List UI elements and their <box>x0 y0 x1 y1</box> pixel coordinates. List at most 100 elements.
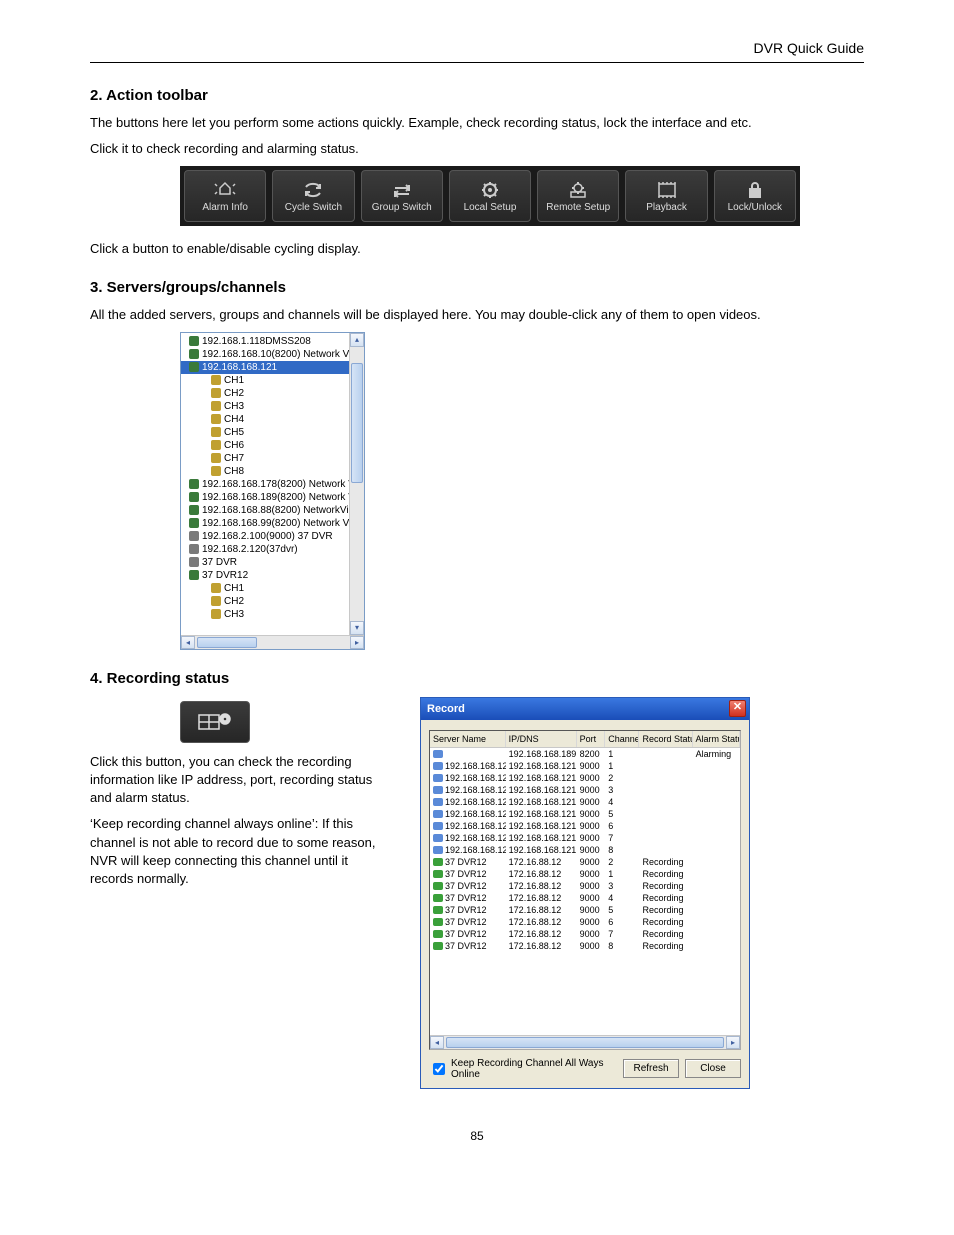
table-row[interactable]: 192.168.168.121192.168.168.12190005 <box>430 808 740 820</box>
table-row[interactable]: 192.168.168.121192.168.168.12190006 <box>430 820 740 832</box>
col-channel[interactable]: Channel <box>605 731 639 747</box>
table-row[interactable]: 37 DVR12172.16.88.1290004Recording <box>430 892 740 904</box>
cycle-switch-button[interactable]: Cycle Switch <box>272 170 354 222</box>
cell-server-name: 37 DVR12 <box>445 881 487 891</box>
cell-ip: 172.16.88.12 <box>506 905 577 915</box>
cell-server-name: 192.168.168.121 <box>445 809 506 819</box>
scroll-left-arrow[interactable]: ◂ <box>430 1036 444 1049</box>
tree-device-item[interactable]: 192.168.168.88(8200) NetworkVideo <box>181 504 349 517</box>
tree-channel-item[interactable]: CH1 <box>181 582 349 595</box>
dialog-titlebar[interactable]: Record ✕ <box>421 698 749 720</box>
rec-p1: Click this button, you can check the rec… <box>90 753 390 808</box>
cycle-switch-icon <box>300 180 326 200</box>
scroll-down-arrow[interactable]: ▾ <box>350 621 364 635</box>
table-row[interactable]: 37 DVR12172.16.88.1290005Recording <box>430 904 740 916</box>
tree-device-item[interactable]: 192.168.1.118DMSS208 <box>181 335 349 348</box>
refresh-button[interactable]: Refresh <box>623 1059 679 1078</box>
tree-channel-item[interactable]: CH7 <box>181 452 349 465</box>
close-dialog-button[interactable]: Close <box>685 1059 741 1078</box>
local-setup-button[interactable]: Local Setup <box>449 170 531 222</box>
tree-channel-item[interactable]: CH1 <box>181 374 349 387</box>
table-row[interactable]: 192.168.168.121192.168.168.12190007 <box>430 832 740 844</box>
keep-online-checkbox-label[interactable]: Keep Recording Channel All Ways Online <box>429 1058 623 1080</box>
cell-port: 9000 <box>577 797 606 807</box>
col-server-name[interactable]: Server Name <box>430 731 506 747</box>
tree-device-item[interactable]: 192.168.168.178(8200) Network Vide <box>181 478 349 491</box>
col-record-status[interactable]: Record Status <box>639 731 692 747</box>
server-tree-view[interactable]: 192.168.1.118DMSS208192.168.168.10(8200)… <box>180 332 365 650</box>
cell-ip: 192.168.168.121 <box>506 773 577 783</box>
tree-item-label: CH1 <box>224 375 244 386</box>
cell-channel: 1 <box>605 749 639 759</box>
table-row[interactable]: 192.168.168.121192.168.168.12190008 <box>430 844 740 856</box>
alarm-info-button[interactable]: Alarm Info <box>184 170 266 222</box>
record-status-icon <box>195 709 235 735</box>
tree-item-label: CH8 <box>224 466 244 477</box>
tree-device-item[interactable]: 192.168.168.99(8200) Network Video <box>181 517 349 530</box>
close-button[interactable]: ✕ <box>729 700 746 717</box>
tree-channel-item[interactable]: CH2 <box>181 387 349 400</box>
dialog-hscroll[interactable]: ◂ ▸ <box>430 1035 740 1049</box>
table-row[interactable]: 37 DVR12172.16.88.1290001Recording <box>430 868 740 880</box>
hscroll-thumb[interactable] <box>446 1037 724 1048</box>
table-row[interactable]: 37 DVR12172.16.88.1290008Recording <box>430 940 740 952</box>
table-row[interactable]: 192.168.168.121192.168.168.12190002 <box>430 772 740 784</box>
group-switch-button[interactable]: Group Switch <box>361 170 443 222</box>
cell-ip: 192.168.168.121 <box>506 845 577 855</box>
scroll-thumb[interactable] <box>351 363 363 483</box>
action-toolbar: Alarm Info Cycle Switch Group Switch Loc… <box>180 166 800 226</box>
cell-channel: 4 <box>605 893 639 903</box>
table-row[interactable]: 37 DVR12172.16.88.1290003Recording <box>430 880 740 892</box>
keep-online-checkbox[interactable] <box>433 1063 445 1075</box>
vertical-scrollbar[interactable]: ▴ ▾ <box>349 333 364 635</box>
listview-header[interactable]: Server Name IP/DNS Port Channel Record S… <box>430 731 740 748</box>
record-status-button[interactable] <box>180 701 250 743</box>
horizontal-scrollbar[interactable]: ◂ ▸ <box>181 635 364 649</box>
col-ip-dns[interactable]: IP/DNS <box>506 731 577 747</box>
toolbar-label: Local Setup <box>464 202 517 213</box>
servers-desc: All the added servers, groups and channe… <box>90 306 864 324</box>
tree-item-label: 192.168.168.88(8200) NetworkVideo <box>202 505 349 516</box>
lock-unlock-button[interactable]: Lock/Unlock <box>714 170 796 222</box>
tree-item-label: 192.168.2.100(9000) 37 DVR <box>202 531 333 542</box>
cell-channel: 3 <box>605 785 639 795</box>
col-alarm-status[interactable]: Alarm Status <box>693 731 740 747</box>
tree-channel-item[interactable]: CH5 <box>181 426 349 439</box>
table-row[interactable]: 192.168.168.18982001Alarming <box>430 748 740 760</box>
tree-item-label: 192.168.1.118DMSS208 <box>202 336 311 347</box>
table-row[interactable]: 192.168.168.121192.168.168.12190003 <box>430 784 740 796</box>
tree-device-item[interactable]: 192.168.168.121 <box>181 361 349 374</box>
scroll-right-arrow[interactable]: ▸ <box>726 1036 740 1049</box>
tree-channel-item[interactable]: CH2 <box>181 595 349 608</box>
scroll-up-arrow[interactable]: ▴ <box>350 333 364 347</box>
tree-item-label: 192.168.168.178(8200) Network Vide <box>202 479 349 490</box>
playback-button[interactable]: Playback <box>625 170 707 222</box>
tree-channel-item[interactable]: CH3 <box>181 608 349 621</box>
tree-channel-item[interactable]: CH8 <box>181 465 349 478</box>
tree-channel-item[interactable]: CH6 <box>181 439 349 452</box>
tree-device-item[interactable]: 37 DVR12 <box>181 569 349 582</box>
table-row[interactable]: 192.168.168.121192.168.168.12190004 <box>430 796 740 808</box>
tree-device-item[interactable]: 192.168.168.10(8200) Network Video <box>181 348 349 361</box>
cell-port: 9000 <box>577 773 606 783</box>
tree-channel-item[interactable]: CH3 <box>181 400 349 413</box>
tree-device-item[interactable]: 37 DVR <box>181 556 349 569</box>
record-listview[interactable]: Server Name IP/DNS Port Channel Record S… <box>429 730 741 1050</box>
table-row[interactable]: 37 DVR12172.16.88.1290006Recording <box>430 916 740 928</box>
scroll-left-arrow[interactable]: ◂ <box>181 636 195 649</box>
status-icon <box>433 894 443 902</box>
table-row[interactable]: 192.168.168.121192.168.168.12190001 <box>430 760 740 772</box>
tree-channel-item[interactable]: CH4 <box>181 413 349 426</box>
cell-ip: 192.168.168.121 <box>506 797 577 807</box>
col-port[interactable]: Port <box>577 731 606 747</box>
cell-record-status: Recording <box>639 857 692 867</box>
table-row[interactable]: 37 DVR12172.16.88.1290007Recording <box>430 928 740 940</box>
tree-device-item[interactable]: 192.168.168.189(8200) Network Vide <box>181 491 349 504</box>
table-row[interactable]: 37 DVR12172.16.88.1290002Recording <box>430 856 740 868</box>
remote-setup-button[interactable]: Remote Setup <box>537 170 619 222</box>
tree-device-item[interactable]: 192.168.2.120(37dvr) <box>181 543 349 556</box>
scroll-right-arrow[interactable]: ▸ <box>350 636 364 649</box>
camera-icon <box>211 375 221 385</box>
tree-device-item[interactable]: 192.168.2.100(9000) 37 DVR <box>181 530 349 543</box>
hscroll-thumb[interactable] <box>197 637 257 648</box>
